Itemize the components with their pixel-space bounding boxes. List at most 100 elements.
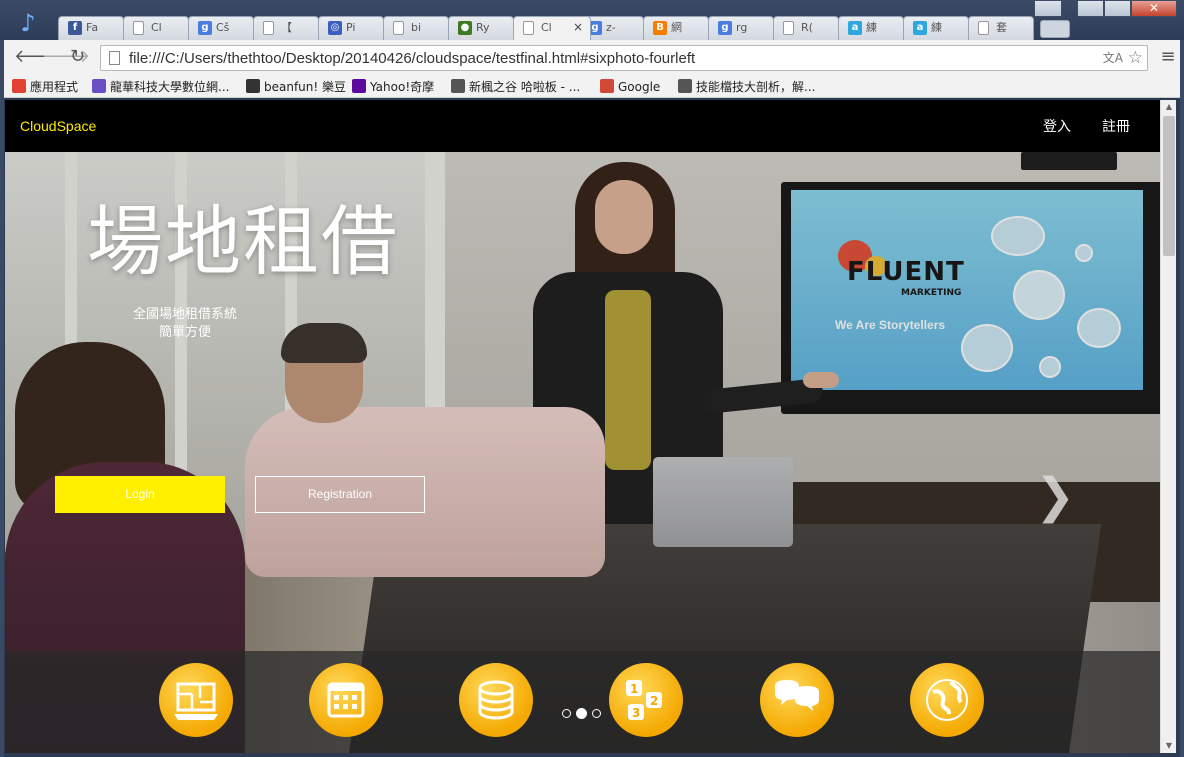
tab-title: 【 xyxy=(281,21,292,34)
svg-text:3: 3 xyxy=(632,706,640,720)
new-tab-button[interactable] xyxy=(1040,20,1070,38)
music-note-icon[interactable]: ♪ xyxy=(14,10,42,36)
hero-subtitle: 全國場地租借系統 簡單方便 xyxy=(105,306,265,342)
bookmark-item[interactable]: Google xyxy=(600,79,660,95)
page-icon xyxy=(109,51,120,65)
chrome-menu-icon[interactable]: ≡ xyxy=(1160,48,1176,66)
bookmark-item[interactable]: 龍華科技大學數位網... xyxy=(92,79,229,95)
brand-logo[interactable]: CloudSpace xyxy=(20,117,96,135)
browser-tab[interactable]: bi xyxy=(383,16,449,40)
browser-tab-strip: ♪ f Fa Cl g Cš 【◎ Pi bi ● Ry Cl × g z- B 網 g rg R(a 練 a 練套 ✕ xyxy=(0,0,1184,40)
coins-icon[interactable] xyxy=(459,663,533,737)
tab-title: 套 xyxy=(996,21,1007,34)
tab-favicon-icon: f xyxy=(68,21,82,35)
bookmark-item[interactable]: 新楓之谷 哈啦板 - ... xyxy=(451,79,580,95)
reload-icon[interactable]: ↻ xyxy=(70,47,85,67)
bookmark-item[interactable]: beanfun! 樂豆 xyxy=(246,79,346,95)
chat-bubbles-icon[interactable] xyxy=(760,663,834,737)
tab-favicon-icon: a xyxy=(913,21,927,35)
bookmark-star-icon[interactable]: ☆ xyxy=(1128,48,1143,68)
tab-title: Pi xyxy=(346,21,356,34)
tab-title: z- xyxy=(606,21,616,34)
carousel-indicators xyxy=(562,703,606,719)
login-button[interactable]: Login xyxy=(55,476,225,513)
tab-title: Ry xyxy=(476,21,490,34)
globe-icon[interactable] xyxy=(910,663,984,737)
window-frame-right xyxy=(1180,40,1184,757)
calendar-icon[interactable] xyxy=(309,663,383,737)
address-bar[interactable]: file:///C:/Users/thethtoo/Desktop/201404… xyxy=(100,45,1148,71)
tab-title: 網 xyxy=(671,21,682,34)
window-restore-extra-button[interactable] xyxy=(1034,0,1062,17)
browser-tab[interactable]: Cl × xyxy=(513,16,591,40)
forum-icon xyxy=(678,79,692,93)
feature-icon-bar: 123 xyxy=(5,651,1160,753)
page-icon xyxy=(133,21,144,35)
tab-favicon-icon: g xyxy=(718,21,732,35)
scroll-up-arrow-icon[interactable]: ▲ xyxy=(1161,100,1177,114)
browser-tab[interactable]: 【 xyxy=(253,16,319,40)
scrollbar-thumb[interactable] xyxy=(1163,116,1175,256)
bookmark-label: 應用程式 xyxy=(30,80,79,94)
carousel-dot-2[interactable] xyxy=(576,708,587,719)
bookmark-label: 技能檔技大剖析，解... xyxy=(696,80,816,94)
bookmark-item[interactable]: Yahoo!奇摩 xyxy=(352,79,434,95)
tab-title: 練 xyxy=(931,21,942,34)
tab-favicon-icon: ◎ xyxy=(328,21,342,35)
tab-title: Cš xyxy=(216,21,230,34)
nav-login-link[interactable]: 登入 xyxy=(1043,118,1071,136)
browser-tab[interactable]: a練 xyxy=(838,16,904,40)
carousel-dot-1[interactable] xyxy=(562,709,571,718)
browser-toolbar: 🡐 🡒 ↻ file:///C:/Users/thethtoo/Desktop/… xyxy=(4,40,1180,76)
yahoo-icon xyxy=(352,79,366,93)
tab-favicon-icon: ● xyxy=(458,21,472,35)
close-window-button[interactable]: ✕ xyxy=(1131,0,1177,17)
page-icon xyxy=(393,21,404,35)
tab-title: bi xyxy=(411,21,422,34)
tab-favicon-icon: g xyxy=(198,21,212,35)
page-icon xyxy=(978,21,989,35)
tab-title: rg xyxy=(736,21,748,34)
browser-tab[interactable]: f Fa xyxy=(58,16,124,40)
bookmark-label: Google xyxy=(618,80,661,94)
nav-register-link[interactable]: 註冊 xyxy=(1102,118,1130,136)
maximize-button[interactable] xyxy=(1104,0,1131,17)
bookmark-item[interactable]: 技能檔技大剖析，解... xyxy=(678,79,815,95)
page-viewport: FLUENT MARKETING We Are Storytellers Clo… xyxy=(5,100,1160,753)
browser-tab[interactable]: a練 xyxy=(903,16,969,40)
translate-icon[interactable]: 文A xyxy=(1103,50,1123,66)
browser-tab[interactable]: g Cš xyxy=(188,16,254,40)
scroll-down-arrow-icon[interactable]: ▼ xyxy=(1161,739,1177,753)
tab-close-icon[interactable]: × xyxy=(573,20,583,34)
bookmarks-bar: 應用程式 龍華科技大學數位網... beanfun! 樂豆 Yahoo!奇摩 新楓之谷 … xyxy=(4,76,1180,98)
page-scrollbar[interactable]: ▲ ▼ xyxy=(1160,100,1176,753)
hero-subtitle-line-1: 全國場地租借系統 xyxy=(132,307,237,322)
site-navbar: CloudSpace 登入 註冊 xyxy=(5,100,1160,152)
tab-title: Cl xyxy=(541,21,552,34)
browser-tab[interactable]: Cl xyxy=(123,16,189,40)
url-text[interactable]: file:///C:/Users/thethtoo/Desktop/201404… xyxy=(129,50,695,68)
browser-tab[interactable]: 套 xyxy=(968,16,1034,40)
apps-icon xyxy=(12,79,26,93)
bookmark-label: 新楓之谷 哈啦板 - ... xyxy=(469,80,581,94)
window-frame-left xyxy=(0,40,4,757)
browser-tab[interactable]: R( xyxy=(773,16,839,40)
numbered-steps-icon[interactable]: 123 xyxy=(609,663,683,737)
bookmark-item[interactable]: 應用程式 xyxy=(12,79,78,95)
bookmark-label: Yahoo!奇摩 xyxy=(370,80,435,94)
tab-title: Fa xyxy=(86,21,99,34)
browser-tab[interactable]: B網 xyxy=(643,16,709,40)
school-icon xyxy=(92,79,106,93)
forum-icon xyxy=(451,79,465,93)
floorplan-icon[interactable] xyxy=(159,663,233,737)
minimize-button[interactable] xyxy=(1077,0,1104,17)
browser-tab[interactable]: ◎ Pi xyxy=(318,16,384,40)
bookmark-label: 龍華科技大學數位網... xyxy=(110,80,230,94)
svg-text:2: 2 xyxy=(650,694,658,708)
carousel-dot-3[interactable] xyxy=(592,709,601,718)
browser-tab[interactable]: g rg xyxy=(708,16,774,40)
browser-tab[interactable]: ● Ry xyxy=(448,16,514,40)
registration-button[interactable]: Registration xyxy=(255,476,425,513)
hero-subtitle-line-2: 簡單方便 xyxy=(158,325,211,340)
carousel-next-arrow-icon[interactable]: ❯ xyxy=(1035,468,1075,524)
